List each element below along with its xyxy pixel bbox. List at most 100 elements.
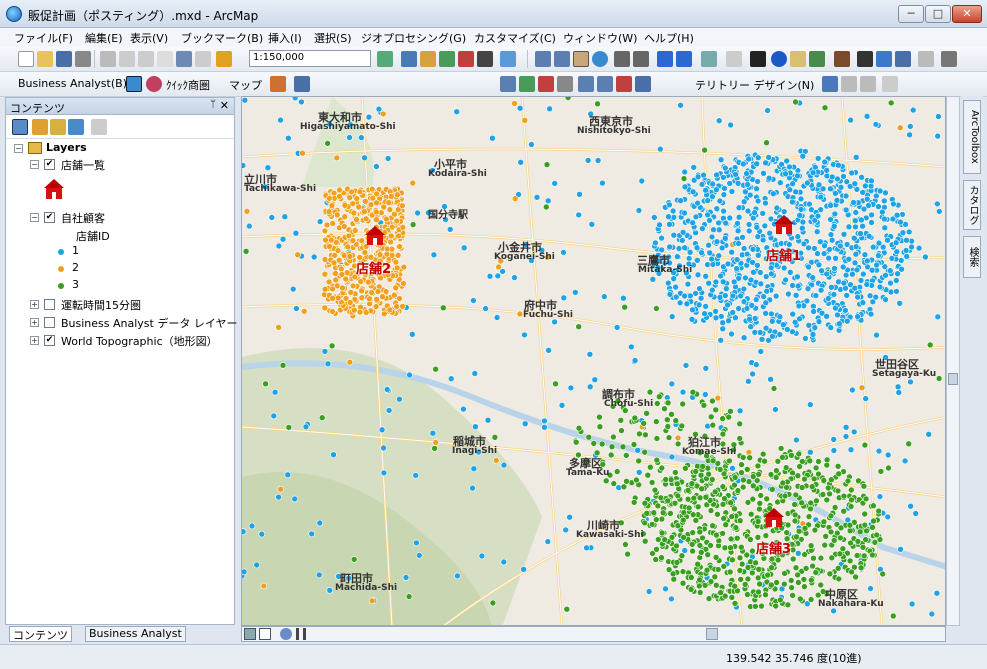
territory-tool-2-icon[interactable] bbox=[519, 76, 535, 92]
paste-icon[interactable] bbox=[138, 51, 154, 67]
new-document-icon[interactable] bbox=[18, 51, 34, 67]
search-window-icon[interactable] bbox=[439, 51, 455, 67]
create-viewer-icon[interactable] bbox=[941, 51, 957, 67]
drive-time-checkbox[interactable] bbox=[44, 299, 55, 310]
toc-close-icon[interactable]: ✕ bbox=[220, 99, 229, 112]
tab-contents[interactable]: コンテンツ bbox=[9, 626, 72, 642]
menu-file[interactable]: ファイル(F) bbox=[14, 30, 73, 46]
ba-window-icon[interactable] bbox=[126, 76, 142, 92]
store-list-expander[interactable]: − bbox=[30, 160, 39, 169]
store-list-checkbox[interactable]: ✔ bbox=[44, 159, 55, 170]
layer-customers[interactable]: 自社顧客 bbox=[61, 210, 105, 226]
store-1-marker-icon[interactable] bbox=[773, 215, 795, 235]
menu-view[interactable]: 表示(V) bbox=[130, 30, 168, 46]
select-elements-icon[interactable] bbox=[750, 51, 766, 67]
ba-data-expander[interactable]: + bbox=[30, 318, 39, 327]
map-view[interactable]: 東大和市 Higashiyamato-Shi 立川市 Tachikawa-Shi… bbox=[241, 96, 946, 626]
minimize-button[interactable]: ─ bbox=[898, 5, 924, 23]
python-window-icon[interactable] bbox=[477, 51, 493, 67]
territory-tool-8-icon[interactable] bbox=[635, 76, 651, 92]
zoom-in-icon[interactable] bbox=[535, 51, 551, 67]
redo-icon[interactable] bbox=[195, 51, 211, 67]
store-3-marker-icon[interactable] bbox=[763, 508, 785, 528]
map-canvas[interactable] bbox=[242, 97, 946, 626]
layer-ba-data[interactable]: Business Analyst データ レイヤー bbox=[61, 315, 238, 331]
pan-icon[interactable] bbox=[573, 51, 589, 67]
territory-tool-3-icon[interactable] bbox=[538, 76, 554, 92]
editor-toolbar-icon[interactable] bbox=[377, 51, 393, 67]
layer-store-list[interactable]: 店舗一覧 bbox=[61, 157, 105, 173]
layers-root-label[interactable]: Layers bbox=[46, 141, 87, 154]
menu-customize[interactable]: カスタマイズ(C) bbox=[474, 30, 556, 46]
menu-geoprocessing[interactable]: ジオプロセシング(G) bbox=[361, 30, 466, 46]
refresh-icon[interactable] bbox=[280, 628, 292, 640]
arctoolbox-icon[interactable] bbox=[458, 51, 474, 67]
tab-search[interactable]: 検索 bbox=[963, 236, 981, 278]
menu-help[interactable]: ヘルプ(H) bbox=[644, 30, 694, 46]
list-by-visibility-icon[interactable] bbox=[50, 119, 66, 135]
store-2-marker-icon[interactable] bbox=[364, 226, 386, 246]
menu-insert[interactable]: 挿入(I) bbox=[268, 30, 302, 46]
ba-data-checkbox[interactable] bbox=[44, 317, 55, 328]
go-to-xy-icon[interactable] bbox=[895, 51, 911, 67]
tab-business-analyst[interactable]: Business Analyst bbox=[85, 626, 186, 642]
territory-lock-icon[interactable] bbox=[841, 76, 857, 92]
menu-edit[interactable]: 編集(E) bbox=[85, 30, 123, 46]
territory-design-menu[interactable]: テリトリー デザイン(N) bbox=[695, 77, 814, 93]
fixed-zoom-in-icon[interactable] bbox=[614, 51, 630, 67]
model-builder-icon[interactable] bbox=[500, 51, 516, 67]
add-data-icon[interactable] bbox=[216, 51, 232, 67]
tab-arctoolbox[interactable]: ArcToolbox bbox=[963, 100, 981, 174]
tab-catalog[interactable]: カタログ bbox=[963, 180, 981, 230]
data-view-icon[interactable] bbox=[244, 628, 256, 640]
quick-trade-area-icon[interactable] bbox=[146, 76, 162, 92]
territory-window-icon[interactable] bbox=[822, 76, 838, 92]
undo-icon[interactable] bbox=[176, 51, 192, 67]
menu-selection[interactable]: 選択(S) bbox=[314, 30, 352, 46]
layer-drive-time[interactable]: 運転時間15分圏 bbox=[61, 297, 141, 313]
menu-bookmarks[interactable]: ブックマーク(B) bbox=[181, 30, 263, 46]
print-icon[interactable] bbox=[75, 51, 91, 67]
hyperlink-icon[interactable] bbox=[790, 51, 806, 67]
table-of-contents-icon[interactable] bbox=[401, 51, 417, 67]
forward-extent-icon[interactable] bbox=[676, 51, 692, 67]
find-icon[interactable] bbox=[857, 51, 873, 67]
cut-icon[interactable] bbox=[100, 51, 116, 67]
ba-report-icon[interactable] bbox=[294, 76, 310, 92]
close-button[interactable]: ✕ bbox=[952, 5, 982, 23]
catalog-window-icon[interactable] bbox=[420, 51, 436, 67]
back-extent-icon[interactable] bbox=[657, 51, 673, 67]
basemap-checkbox[interactable]: ✔ bbox=[44, 335, 55, 346]
fixed-zoom-out-icon[interactable] bbox=[633, 51, 649, 67]
clear-selection-icon[interactable] bbox=[726, 51, 742, 67]
territory-tool-5-icon[interactable] bbox=[578, 76, 594, 92]
business-analyst-menu[interactable]: Business Analyst(B) bbox=[18, 77, 127, 90]
full-extent-icon[interactable] bbox=[592, 51, 608, 67]
copy-icon[interactable] bbox=[119, 51, 135, 67]
map-vertical-scrollbar[interactable] bbox=[946, 96, 960, 626]
pin-icon[interactable]: ᛘ bbox=[210, 99, 216, 110]
territory-report-icon[interactable] bbox=[882, 76, 898, 92]
save-icon[interactable] bbox=[56, 51, 72, 67]
layers-expander[interactable]: − bbox=[14, 144, 23, 153]
drive-time-expander[interactable]: + bbox=[30, 300, 39, 309]
horizontal-scroll-thumb[interactable] bbox=[706, 628, 718, 640]
map-horizontal-scrollbar[interactable] bbox=[241, 626, 946, 642]
list-by-drawing-order-icon[interactable] bbox=[12, 119, 28, 135]
list-by-source-icon[interactable] bbox=[32, 119, 48, 135]
map-dropdown[interactable]: マップ bbox=[229, 77, 262, 93]
customers-checkbox[interactable]: ✔ bbox=[44, 212, 55, 223]
territory-tool-6-icon[interactable] bbox=[597, 76, 613, 92]
open-folder-icon[interactable] bbox=[37, 51, 53, 67]
layer-basemap[interactable]: World Topographic（地形図） bbox=[61, 333, 218, 349]
identify-icon[interactable] bbox=[771, 51, 787, 67]
time-slider-icon[interactable] bbox=[918, 51, 934, 67]
delete-icon[interactable] bbox=[157, 51, 173, 67]
find-route-icon[interactable] bbox=[876, 51, 892, 67]
territory-tool-1-icon[interactable] bbox=[500, 76, 516, 92]
quick-trade-area-menu[interactable]: ｸｲｯｸ商圏 bbox=[166, 77, 210, 93]
measure-icon[interactable] bbox=[834, 51, 850, 67]
select-features-icon[interactable] bbox=[701, 51, 717, 67]
territory-tool-7-icon[interactable] bbox=[616, 76, 632, 92]
menu-window[interactable]: ウィンドウ(W) bbox=[563, 30, 637, 46]
